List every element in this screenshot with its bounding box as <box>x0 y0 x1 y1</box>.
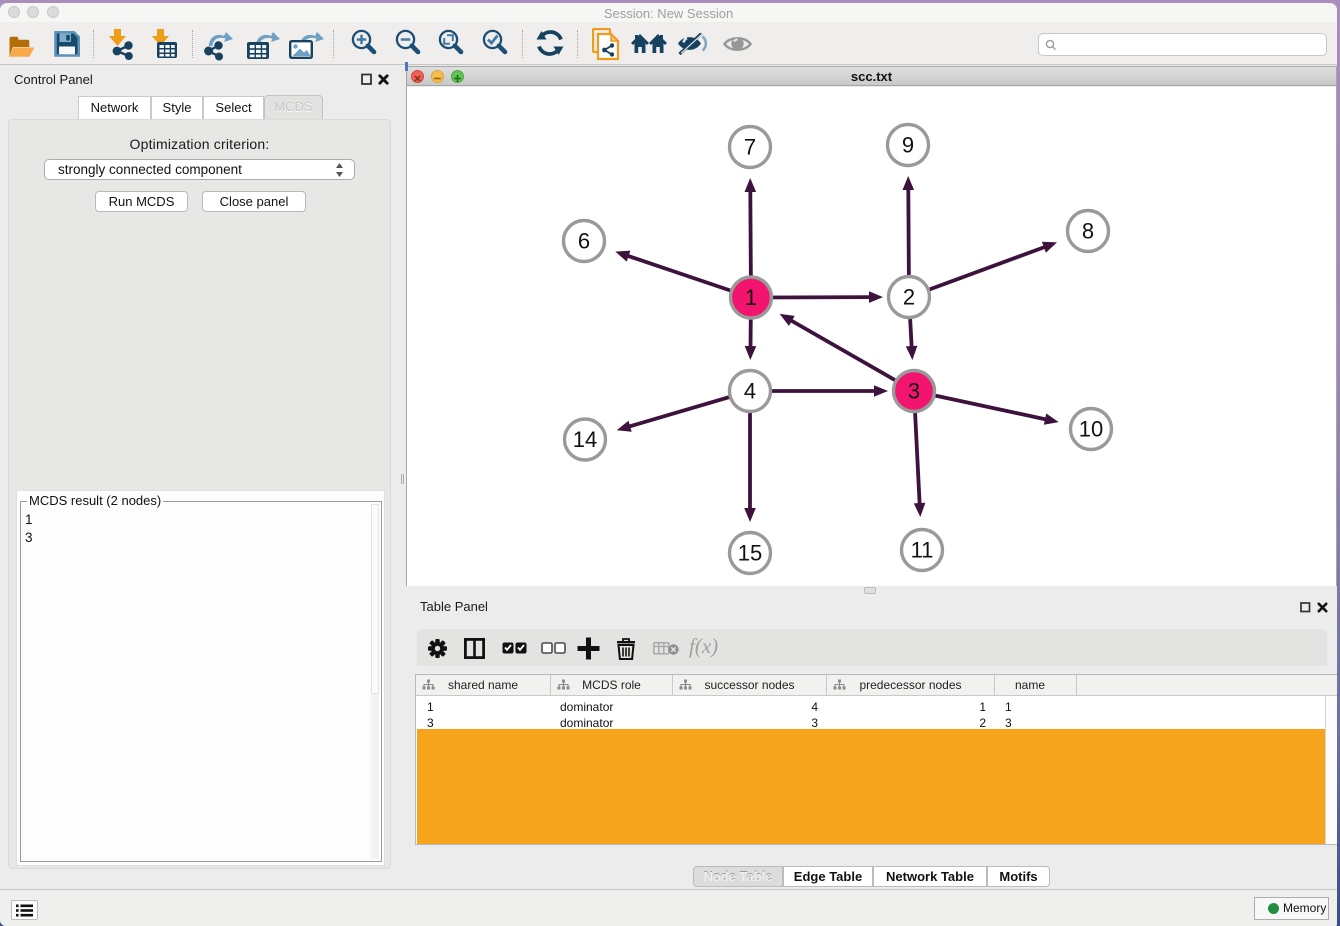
svg-text:3: 3 <box>908 379 920 404</box>
svg-text:6: 6 <box>578 229 590 254</box>
svg-text:11: 11 <box>911 538 934 563</box>
svg-text:15: 15 <box>738 541 762 566</box>
svg-text:9: 9 <box>902 133 914 158</box>
svg-text:7: 7 <box>744 135 756 160</box>
svg-text:4: 4 <box>744 379 756 404</box>
svg-text:1: 1 <box>745 285 757 310</box>
svg-text:10: 10 <box>1079 417 1103 442</box>
svg-text:14: 14 <box>573 427 597 452</box>
svg-text:8: 8 <box>1082 219 1094 244</box>
svg-text:2: 2 <box>903 285 915 310</box>
